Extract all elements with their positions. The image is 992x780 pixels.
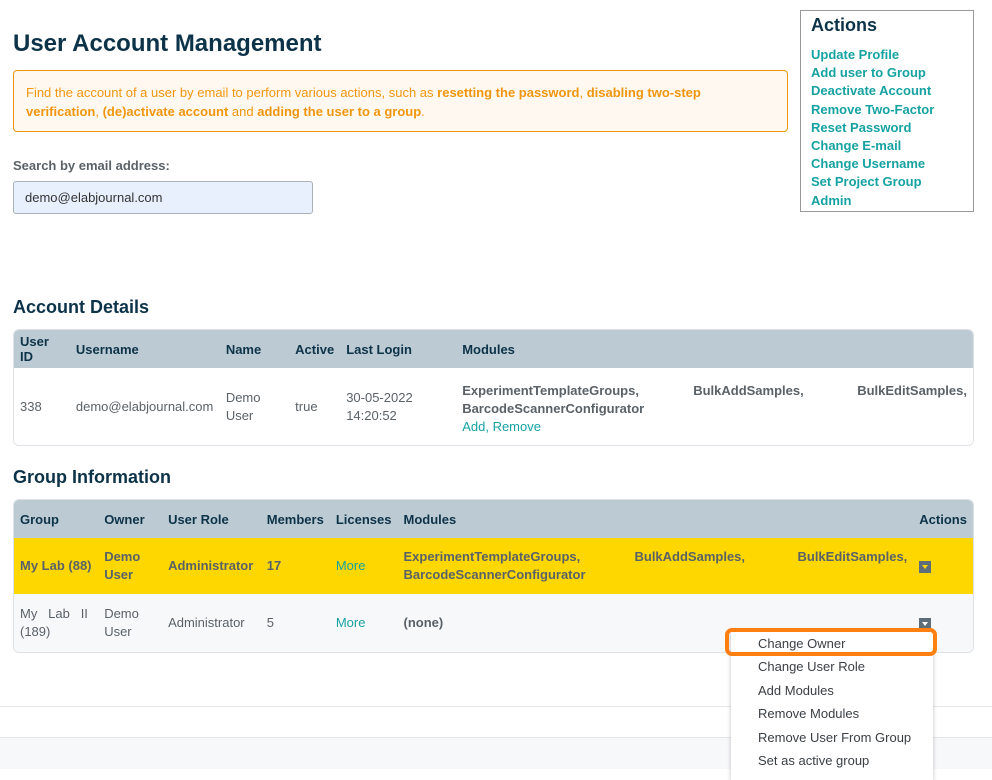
col-owner: Owner — [98, 500, 163, 538]
last-login-cell: 30-05-2022 14:20:52 — [340, 368, 456, 445]
col-group: Group — [14, 500, 99, 538]
group-line: My Lab II — [20, 606, 88, 621]
members-cell: 5 — [266, 615, 274, 630]
col-user-role: User Role — [162, 500, 261, 538]
owner-cell: Demo User — [98, 594, 162, 652]
module-item: BulkEditSamples, — [857, 382, 967, 398]
owner-line: Demo — [104, 549, 141, 564]
col-user-id: User ID — [14, 330, 70, 368]
col-name: Name — [219, 330, 290, 368]
module-item: ExperimentTemplateGroups, — [462, 382, 639, 398]
licenses-cell: More — [330, 538, 398, 594]
group-line: (189) — [20, 624, 51, 639]
actions-panel: Actions Update Profile Add user to Group… — [800, 10, 974, 212]
group-info-title: Group Information — [13, 467, 171, 487]
action-add-user-to-group[interactable]: Add user to Group — [811, 64, 963, 82]
page-title: User Account Management — [13, 30, 322, 57]
active-cell: true — [295, 398, 318, 414]
account-details-title: Account Details — [13, 297, 150, 317]
owner-line: Demo — [104, 606, 139, 621]
menu-item-remove-modules[interactable]: Remove Modules — [731, 702, 933, 725]
role-cell: Administrator — [168, 615, 245, 630]
module-item: BulkAddSamples, — [634, 549, 746, 564]
members-cell: 17 — [266, 558, 282, 573]
account-details-table: User ID Username Name Active Last Login … — [13, 329, 974, 446]
col-active: Active — [289, 330, 341, 368]
action-reset-password[interactable]: Reset Password — [811, 119, 963, 137]
search-label: Search by email address: — [13, 158, 170, 173]
licenses-more-link[interactable]: More — [336, 615, 366, 630]
licenses-cell: More — [330, 594, 398, 652]
row-actions-dropdown-button[interactable] — [919, 617, 932, 630]
action-remove-two-factor[interactable]: Remove Two-Factor — [811, 101, 963, 119]
menu-item-change-owner[interactable]: Change Owner — [731, 632, 933, 655]
module-item: ExperimentTemplateGroups, — [403, 549, 581, 564]
menu-item-add-modules[interactable]: Add Modules — [731, 679, 933, 702]
modules-cell: ExperimentTemplateGroups, BulkAddSamples… — [456, 368, 973, 445]
alert-emphasis: adding the user to a group — [257, 104, 422, 119]
group-row-active: My Lab (88) Demo User Administrator 17 M… — [14, 538, 973, 594]
module-item: BarcodeScannerConfigurator — [462, 400, 645, 416]
menu-item-change-user-role[interactable]: Change User Role — [731, 655, 933, 678]
alert-text-part: Find the account of a user by email to p… — [26, 85, 438, 100]
actions-panel-title: Actions — [811, 15, 878, 35]
action-change-username[interactable]: Change Username — [811, 155, 963, 173]
col-licenses: Licenses — [329, 500, 398, 538]
email-search-input[interactable] — [13, 181, 313, 214]
modules-cell: ExperimentTemplateGroups, BulkAddSamples… — [397, 538, 913, 594]
last-login-time: 14:20:52 — [346, 407, 397, 423]
alert-text-part: . — [421, 104, 425, 119]
action-deactivate-account[interactable]: Deactivate Account — [811, 82, 963, 100]
licenses-more-link[interactable]: More — [336, 558, 366, 573]
module-item: BulkAddSamples, — [693, 382, 804, 398]
owner-line: User — [104, 567, 134, 582]
actions-cell — [913, 538, 973, 594]
action-set-project-group-admin[interactable]: Set Project Group Admin — [811, 173, 963, 209]
owner-cell: Demo User — [98, 538, 162, 594]
modules-list: ExperimentTemplateGroups, BulkAddSamples… — [462, 382, 967, 400]
row-actions-dropdown-button[interactable] — [919, 560, 932, 573]
info-alert: Find the account of a user by email to p… — [13, 70, 788, 132]
alert-emphasis: (de)activate account — [102, 104, 229, 119]
action-update-profile[interactable]: Update Profile — [811, 46, 963, 64]
group-cell: My Lab II (189) — [14, 594, 98, 652]
separator: , — [485, 418, 493, 434]
name-line: Demo — [225, 389, 261, 405]
alert-text: Find the account of a user by email to p… — [26, 85, 701, 119]
alert-text-part: , — [95, 104, 103, 119]
last-login-date: 30-05-2022 — [346, 389, 413, 405]
col-members: Members — [260, 500, 330, 538]
role-cell: Administrator — [168, 558, 254, 573]
name-cell: Demo User — [220, 368, 289, 445]
col-username: Username — [69, 330, 220, 368]
modules-none: (none) — [403, 615, 444, 630]
alert-emphasis: resetting the password — [437, 85, 580, 100]
group-cell: My Lab (88) — [20, 558, 92, 573]
module-item: BarcodeScannerConfigurator — [403, 567, 586, 582]
alert-text-part: and — [228, 104, 258, 119]
alert-text-part: , — [579, 85, 587, 100]
col-modules: Modules — [456, 330, 973, 368]
add-module-link[interactable]: Add — [462, 419, 485, 434]
col-last-login: Last Login — [340, 330, 457, 368]
owner-line: User — [104, 624, 132, 639]
row-actions-menu: Change Owner Change User Role Add Module… — [731, 630, 933, 780]
col-actions: Actions — [913, 500, 973, 538]
username-cell: demo@elabjournal.com — [75, 398, 214, 414]
user-id-cell: 338 — [20, 398, 42, 414]
name-line: User — [225, 407, 254, 423]
menu-item-remove-user-from-group[interactable]: Remove User From Group — [731, 726, 933, 749]
modules-list: ExperimentTemplateGroups, BulkAddSamples… — [403, 548, 907, 566]
action-change-email[interactable]: Change E-mail — [811, 137, 963, 155]
module-item: BulkEditSamples, — [797, 549, 908, 564]
table-row: 338 demo@elabjournal.com Demo User true … — [14, 368, 973, 445]
remove-module-link[interactable]: Remove — [493, 419, 541, 434]
col-modules: Modules — [397, 500, 914, 538]
